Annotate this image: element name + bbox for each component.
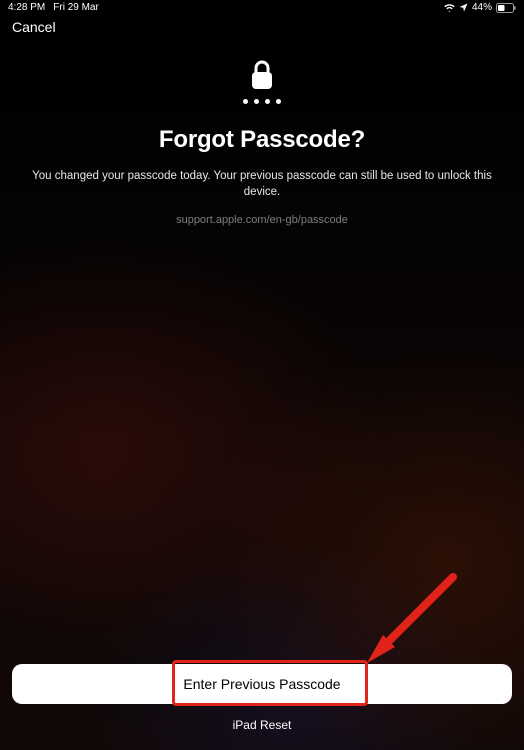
wifi-icon [444,3,455,12]
support-url: support.apple.com/en-gb/passcode [176,214,348,226]
nav-row: Cancel [0,13,524,43]
battery-icon [496,3,516,13]
status-date: Fri 29 Mar [53,2,99,13]
passcode-dots [243,99,281,104]
bottom-actions: Enter Previous Passcode iPad Reset [0,664,524,732]
battery-percent: 44% [472,2,492,13]
page-title: Forgot Passcode? [159,126,365,154]
main-content: Forgot Passcode? You changed your passco… [0,43,524,226]
annotation-arrow-icon [355,565,465,675]
lock-icon [248,59,276,93]
status-time: 4:28 PM [8,2,45,13]
ipad-reset-button[interactable]: iPad Reset [233,718,292,732]
location-icon [459,3,468,12]
status-bar: 4:28 PM Fri 29 Mar 44% [0,0,524,13]
lock-graphic [243,59,281,104]
cancel-button[interactable]: Cancel [12,19,56,35]
enter-previous-passcode-button[interactable]: Enter Previous Passcode [12,664,512,704]
page-subtitle: You changed your passcode today. Your pr… [20,168,504,200]
